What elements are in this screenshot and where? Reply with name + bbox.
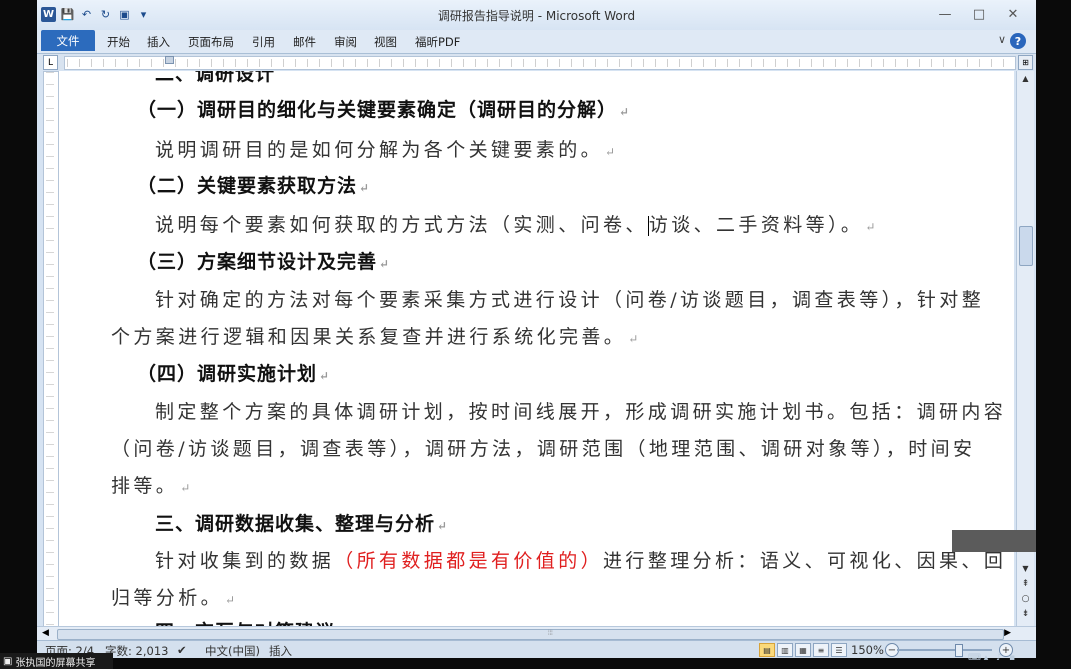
tab-selector-button[interactable]: L bbox=[43, 55, 58, 70]
tab-home[interactable]: 开始 bbox=[107, 34, 130, 50]
share-overlay-panel bbox=[952, 530, 1036, 552]
body-line-with-cursor: 说明每个要素如何获取的方式方法（实测、问卷、访谈、二手资料等）。 ↵ bbox=[155, 214, 879, 236]
zoom-slider[interactable] bbox=[897, 649, 992, 651]
heading-2: （二）关键要素获取方法 ↵ bbox=[137, 175, 371, 197]
network-icon[interactable]: ▴ bbox=[981, 653, 991, 663]
tab-mailings[interactable]: 邮件 bbox=[293, 34, 316, 50]
body-line: 针对确定的方法对每个要素采集方式进行设计（问卷/访谈题目，调查表等），针对整 bbox=[155, 289, 985, 311]
browse-next-icon[interactable]: ⇟ bbox=[1017, 606, 1034, 623]
body-line: 个方案进行逻辑和因果关系复查并进行系统化完善。 ↵ bbox=[111, 326, 642, 348]
scroll-left-icon[interactable]: ◀ bbox=[42, 628, 49, 638]
language-indicator[interactable]: 中文(中国) bbox=[205, 643, 260, 658]
tab-references[interactable]: 引用 bbox=[252, 34, 275, 50]
heading-4: （四）调研实施计划 ↵ bbox=[137, 363, 331, 385]
zoom-slider-knob[interactable] bbox=[955, 644, 963, 657]
help-icon[interactable]: ? bbox=[1010, 33, 1026, 49]
body-line-highlight: 针对收集到的数据（所有数据都是有价值的）进行整理分析：语义、可视化、因果、回 bbox=[155, 550, 1007, 572]
status-bar: 页面: 2/4 字数: 2,013 ✔ 中文(中国) 插入 ▤ ▥ ▦ ≡ ☰ … bbox=[37, 640, 1036, 658]
maximize-button[interactable]: □ bbox=[962, 4, 996, 24]
scroll-right-icon[interactable]: ▶ bbox=[1004, 628, 1011, 638]
draft-view-icon[interactable]: ☰ bbox=[831, 643, 847, 657]
vertical-ruler-ticks bbox=[46, 72, 54, 627]
body-line: （问卷/访谈题目，调查表等），调研方法，调研范围（地理范围、调研对象等），时间安 bbox=[111, 438, 976, 460]
heading-section-3: 三、调研数据收集、整理与分析 ↵ bbox=[155, 513, 449, 535]
tab-insert[interactable]: 插入 bbox=[147, 34, 170, 50]
horizontal-scrollbar[interactable]: ◀ ⦙⦙⦙ ▶ bbox=[37, 626, 1036, 641]
scroll-down-icon[interactable]: ▼ bbox=[1017, 561, 1034, 575]
scroll-thumb[interactable] bbox=[1019, 226, 1033, 266]
tab-file[interactable]: 文件 bbox=[41, 30, 95, 51]
screen-share-indicator[interactable]: ▣ 张执国的屏幕共享 bbox=[0, 653, 113, 669]
window-title: 调研报告指导说明 - Microsoft Word bbox=[437, 9, 636, 23]
full-screen-reading-icon[interactable]: ▥ bbox=[777, 643, 793, 657]
scroll-up-icon[interactable]: ▲ bbox=[1017, 71, 1034, 85]
red-emphasis-text: （所有数据都是有价值的） bbox=[334, 550, 604, 572]
word-count[interactable]: 字数: 2,013 bbox=[105, 643, 168, 658]
word-window: W 💾 ↶ ↻ ▣ ▾ 调研报告指导说明 - Microsoft Word — … bbox=[37, 0, 1036, 658]
ime-icon[interactable]: ⌨ bbox=[968, 653, 981, 663]
insert-mode[interactable]: 插入 bbox=[269, 643, 292, 658]
screen-share-label: 张执国的屏幕共享 bbox=[15, 657, 96, 669]
tab-page-layout[interactable]: 页面布局 bbox=[188, 34, 234, 50]
tab-foxit-pdf[interactable]: 福昕PDF bbox=[415, 34, 460, 50]
tab-view[interactable]: 视图 bbox=[374, 34, 397, 50]
system-tray: ⌨ ▴ ♪ ▪ bbox=[968, 653, 1017, 663]
zoom-level[interactable]: 150% bbox=[851, 643, 884, 657]
indent-marker[interactable] bbox=[165, 56, 174, 64]
horizontal-ruler: L ⊞ bbox=[37, 54, 1036, 70]
body-line: 排等。 ↵ bbox=[111, 475, 194, 497]
ribbon-tabs: 文件 开始 插入 页面布局 引用 邮件 审阅 视图 福昕PDF ∨ ? bbox=[37, 30, 1036, 54]
title-bar: W 💾 ↶ ↻ ▣ ▾ 调研报告指导说明 - Microsoft Word — … bbox=[37, 0, 1036, 30]
close-button[interactable]: ✕ bbox=[996, 4, 1030, 24]
screen-share-icon: ▣ bbox=[3, 655, 13, 667]
window-controls: — □ ✕ bbox=[928, 4, 1030, 24]
body-line: 归等分析。 ↵ bbox=[111, 587, 239, 609]
clipped-heading-bottom: 四、交互与对策建议 bbox=[155, 617, 335, 626]
body-line: 制定整个方案的具体调研计划，按时间线展开，形成调研实施计划书。包括：调研内容 bbox=[155, 401, 1007, 423]
body-line: 说明调研目的是如何分解为各个关键要素的。 ↵ bbox=[155, 139, 619, 161]
h-scroll-thumb[interactable]: ⦙⦙⦙ bbox=[57, 629, 1004, 640]
ruler-strip[interactable] bbox=[64, 56, 1016, 70]
action-center-icon[interactable]: ▪ bbox=[1007, 653, 1017, 663]
ribbon-minimize-icon[interactable]: ∨ bbox=[998, 33, 1006, 46]
volume-icon[interactable]: ♪ bbox=[994, 653, 1004, 663]
outline-view-icon[interactable]: ≡ bbox=[813, 643, 829, 657]
proofing-icon[interactable]: ✔ bbox=[177, 643, 187, 657]
print-layout-view-icon[interactable]: ▤ bbox=[759, 643, 775, 657]
minimize-button[interactable]: — bbox=[928, 4, 962, 24]
ruler-ticks bbox=[67, 59, 1007, 67]
vertical-ruler bbox=[43, 71, 59, 628]
tab-review[interactable]: 审阅 bbox=[334, 34, 357, 50]
heading-3: （三）方案细节设计及完善 ↵ bbox=[137, 251, 391, 273]
clipped-heading-top: 二、调研设计 bbox=[155, 71, 276, 85]
view-ruler-icon[interactable]: ⊞ bbox=[1018, 55, 1033, 70]
heading-1: （一）调研目的细化与关键要素确定（调研目的分解） ↵ bbox=[137, 99, 631, 121]
web-layout-icon[interactable]: ▦ bbox=[795, 643, 811, 657]
document-page[interactable]: 二、调研设计 （一）调研目的细化与关键要素确定（调研目的分解） ↵ 说明调研目的是… bbox=[59, 71, 1014, 626]
